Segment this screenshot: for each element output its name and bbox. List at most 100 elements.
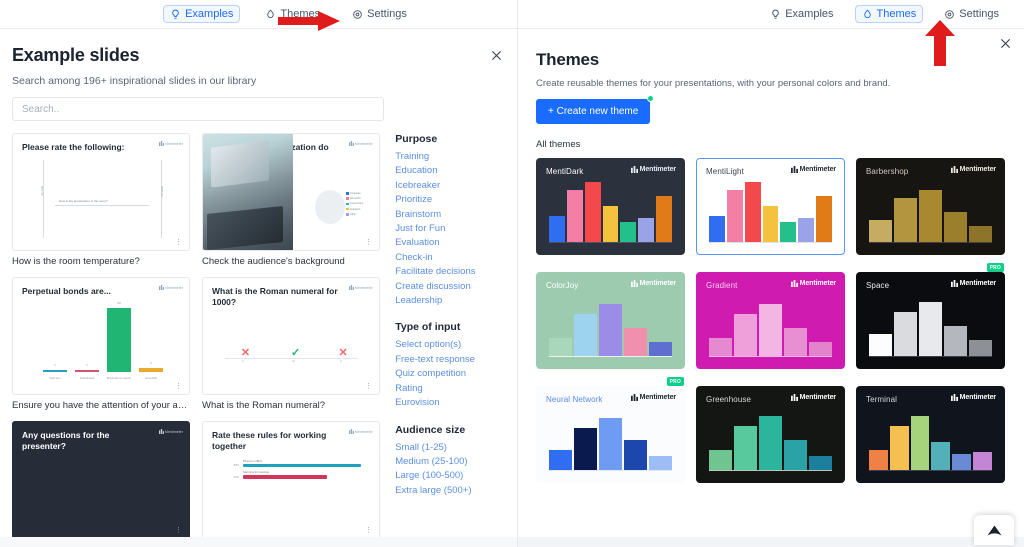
- facet-option[interactable]: Prioritize: [395, 193, 503, 207]
- theme-preview-bar: [549, 450, 572, 470]
- theme-preview-bar: [784, 328, 807, 356]
- facet-option[interactable]: Large (100-500): [395, 469, 503, 483]
- facet-option[interactable]: Check-in: [395, 251, 503, 265]
- theme-card[interactable]: MentiDark Mentimeter: [536, 158, 685, 255]
- theme-preview-bar: [734, 314, 757, 356]
- facet-option[interactable]: Rating: [395, 382, 503, 396]
- facet-option[interactable]: Medium (25-100): [395, 455, 503, 469]
- theme-card[interactable]: Greenhouse Mentimeter: [696, 386, 845, 483]
- facet-option[interactable]: Education: [395, 164, 503, 178]
- hbar-pct: 65%: [233, 475, 239, 479]
- theme-card[interactable]: ColorJoy Mentimeter: [536, 272, 685, 369]
- themes-body: Themes Create reusable themes for your p…: [518, 29, 1024, 483]
- facet-option[interactable]: Just for Fun: [395, 222, 503, 236]
- facet-option[interactable]: Eurovision: [395, 396, 503, 410]
- close-examples-button[interactable]: [487, 46, 505, 64]
- slide-thumbnail[interactable]: What is the Roman numeral for 1000? Ment…: [202, 277, 380, 395]
- help-chat-button[interactable]: [974, 515, 1014, 545]
- quiz-mark: ✕: [240, 347, 251, 359]
- theme-card[interactable]: Space Mentimeter: [856, 272, 1005, 369]
- annotation-arrow-to-themes: [925, 20, 955, 66]
- theme-preview-chart: [869, 186, 992, 242]
- create-new-theme-button[interactable]: + Create new theme: [536, 95, 655, 124]
- theme-card-cell: MentiDark Mentimeter: [536, 158, 685, 255]
- theme-card[interactable]: Neural Network Mentimeter: [536, 386, 685, 483]
- facet-option[interactable]: Select option(s): [395, 338, 503, 352]
- slide-menu-icon[interactable]: ⋮: [175, 383, 182, 390]
- tab-settings-label: Settings: [367, 8, 407, 20]
- facet-group: Audience size Small (1-25) Medium (25-100)…: [395, 424, 503, 499]
- theme-grid: MentiDark Mentimeter MentiLight Mentimet…: [536, 158, 1006, 483]
- facet-option[interactable]: Leadership: [395, 294, 503, 308]
- slide-menu-icon[interactable]: ⋮: [175, 527, 182, 534]
- slide-thumbnail[interactable]: Perpetual bonds are... Mentimeter 1 Short…: [12, 277, 190, 395]
- facet-option[interactable]: Free-text response: [395, 353, 503, 367]
- example-slide-card[interactable]: What type of organization do you represe…: [202, 133, 380, 267]
- theme-name: Terminal: [866, 395, 898, 404]
- bar-chart-graphic: 1 Short-term 1 Subordinated 33 Bonds with n…: [39, 296, 167, 381]
- mentimeter-logo: Mentimeter: [950, 166, 996, 173]
- facet-option[interactable]: Small (1-25): [395, 441, 503, 455]
- hbar-row: 88% Phones in offline: [231, 460, 361, 468]
- example-slide-card[interactable]: Please rate the following: Mentimeter To…: [12, 133, 190, 267]
- theme-card[interactable]: MentiLight Mentimeter: [696, 158, 845, 255]
- facet-option[interactable]: Brainstorm: [395, 208, 503, 222]
- facet-option[interactable]: Quiz competition: [395, 367, 503, 381]
- lightbulb-icon: [170, 9, 181, 20]
- mentimeter-logo: Mentimeter: [159, 141, 183, 146]
- theme-name: Barbershop: [866, 167, 909, 176]
- slide-menu-icon[interactable]: ⋮: [365, 527, 372, 534]
- chart-bar: 33 Bonds with no maturity: [106, 301, 132, 381]
- slide-menu-icon[interactable]: ⋮: [365, 383, 372, 390]
- theme-preview-bar: [624, 440, 647, 470]
- theme-preview-bar: [784, 440, 807, 470]
- theme-preview-bar: [649, 456, 672, 470]
- slide-menu-icon[interactable]: ⋮: [175, 239, 182, 246]
- themes-subtitle: Create reusable themes for your presenta…: [536, 78, 891, 89]
- quiz-mark: ✓: [291, 347, 301, 359]
- theme-card[interactable]: Gradient Mentimeter: [696, 272, 845, 369]
- slide-thumbnail[interactable]: Rate these rules for working together Me…: [202, 421, 380, 539]
- pro-badge: PRO: [986, 263, 1004, 272]
- theme-preview-bar: [584, 182, 601, 242]
- theme-card[interactable]: Terminal Mentimeter: [856, 386, 1005, 483]
- tab-settings[interactable]: Settings: [345, 5, 414, 23]
- theme-preview-bar: [816, 196, 833, 242]
- hbar-label: Start time for meetings: [243, 471, 270, 475]
- left-bottom-strip: [0, 537, 517, 547]
- legend-item: Corporate: [346, 192, 374, 195]
- example-slide-card[interactable]: Rate these rules for working together Me…: [202, 421, 380, 539]
- example-slide-card[interactable]: Any questions for the presenter? Mentime…: [12, 421, 190, 539]
- theme-chart-baseline: [709, 470, 832, 471]
- facet-option[interactable]: Icebreaker: [395, 179, 503, 193]
- theme-preview-bar: [931, 442, 951, 470]
- facet-option[interactable]: Create discussion: [395, 280, 503, 294]
- search-box[interactable]: [12, 97, 384, 121]
- slide-results-grid: Please rate the following: Mentimeter To…: [12, 133, 383, 539]
- tab-examples[interactable]: Examples: [163, 5, 241, 23]
- example-slide-card[interactable]: Perpetual bonds are... Mentimeter 1 Short…: [12, 277, 190, 411]
- theme-card[interactable]: Barbershop Mentimeter: [856, 158, 1005, 255]
- facet-option[interactable]: Training: [395, 150, 503, 164]
- slide-thumbnail[interactable]: Any questions for the presenter? Mentime…: [12, 421, 190, 539]
- mentimeter-logo: Mentimeter: [950, 394, 996, 401]
- theme-name: Greenhouse: [706, 395, 752, 404]
- theme-card-cell: Greenhouse Mentimeter: [696, 386, 845, 483]
- tab-themes-right[interactable]: Themes: [854, 5, 924, 23]
- facet-option[interactable]: Facilitate decisions: [395, 265, 503, 279]
- slide-thumbnail[interactable]: What type of organization do you represe…: [202, 133, 380, 251]
- slide-thumbnail[interactable]: Please rate the following: Mentimeter To…: [12, 133, 190, 251]
- theme-preview-bar: [889, 426, 909, 470]
- tab-examples-right[interactable]: Examples: [763, 5, 840, 23]
- theme-preview-bar: [910, 416, 930, 470]
- facet-option[interactable]: Extra large (500+): [395, 484, 503, 498]
- slide-menu-icon[interactable]: ⋮: [365, 239, 372, 246]
- search-input[interactable]: [22, 103, 374, 115]
- theme-preview-chart: [549, 182, 673, 242]
- facet-option[interactable]: Evaluation: [395, 236, 503, 250]
- example-slide-card[interactable]: What is the Roman numeral for 1000? Ment…: [202, 277, 380, 411]
- theme-card-cell: PRO Space Mentimeter: [856, 263, 1005, 369]
- close-themes-button[interactable]: [996, 34, 1014, 52]
- examples-body: Example slides Search among 196+ inspira…: [0, 29, 517, 539]
- mentimeter-logo: Mentimeter: [159, 429, 183, 434]
